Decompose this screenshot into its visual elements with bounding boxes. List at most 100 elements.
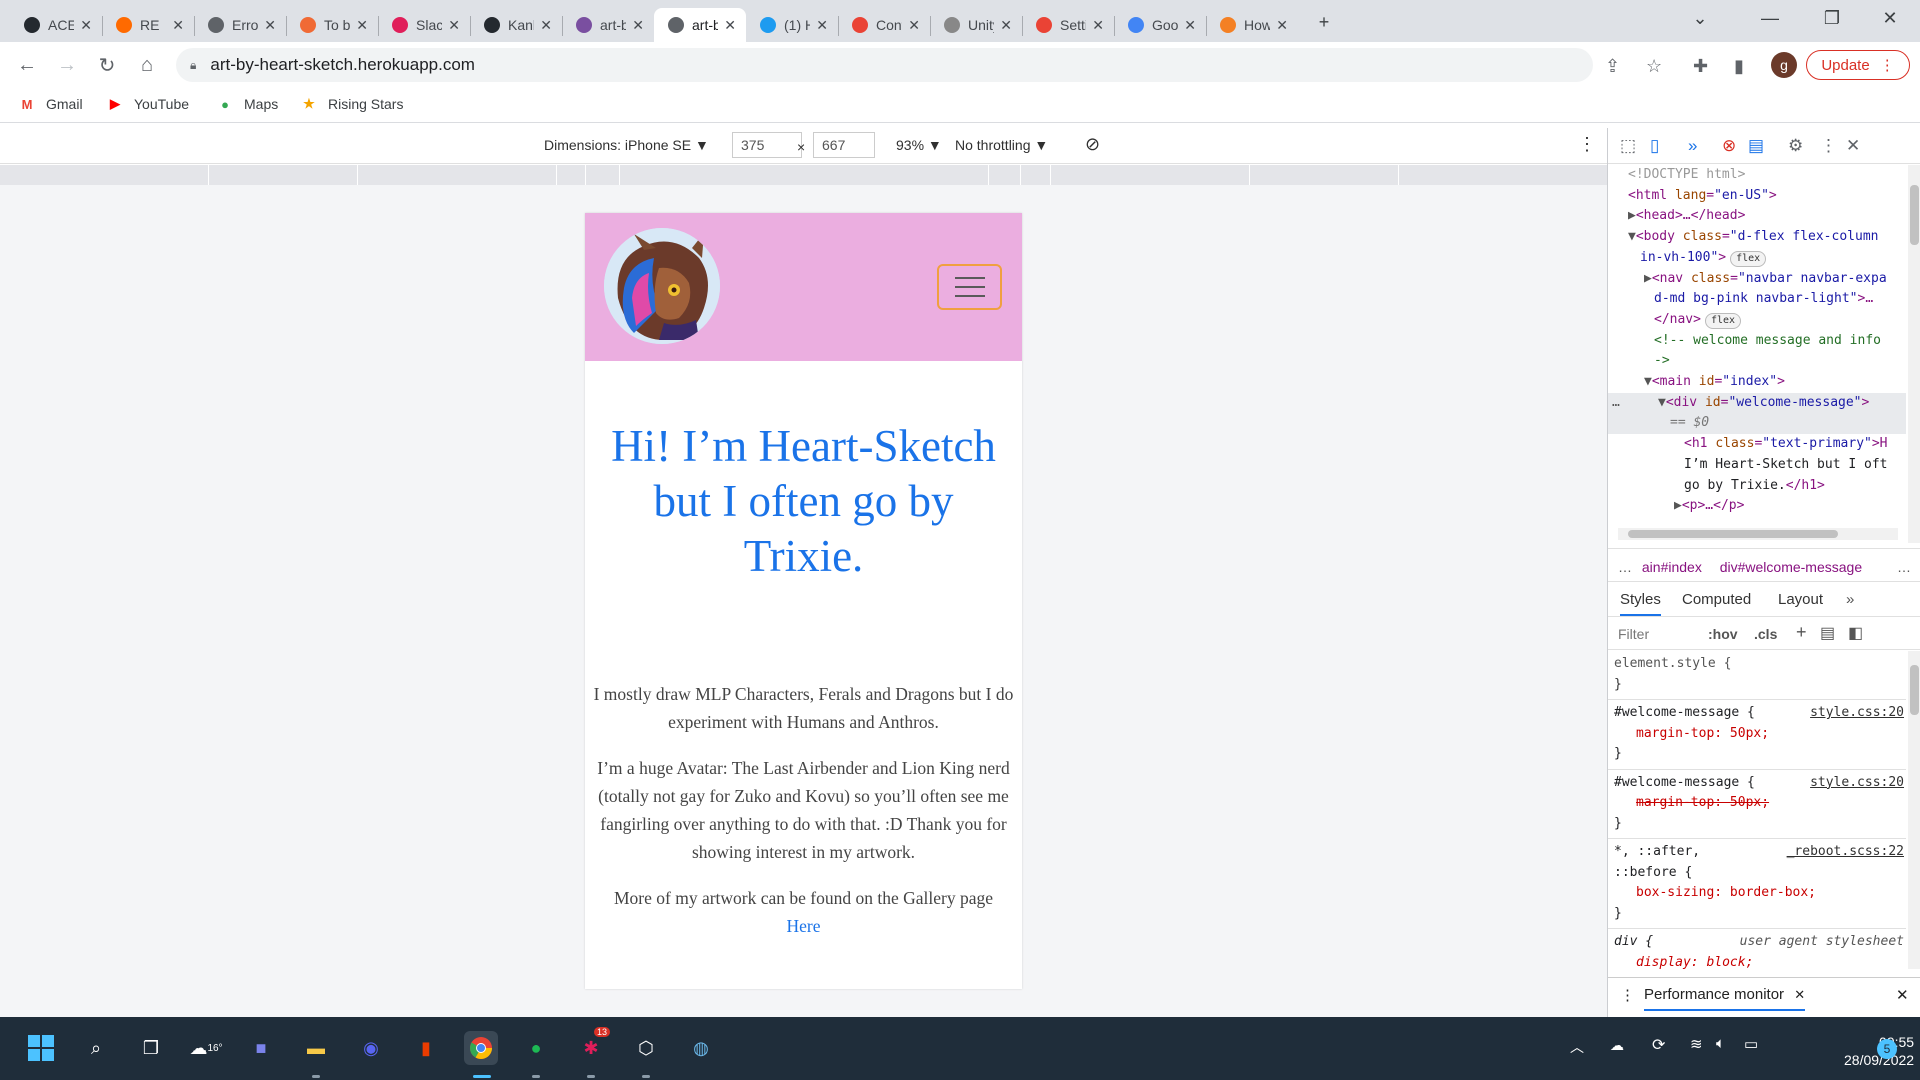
- tab-close-icon[interactable]: ✕: [540, 17, 552, 34]
- height-input[interactable]: 667: [813, 132, 875, 158]
- file-explorer-icon[interactable]: ▬: [299, 1031, 333, 1065]
- search-icon[interactable]: ⌕: [79, 1031, 113, 1065]
- browser-tab[interactable]: (1) H ✕: [746, 8, 838, 42]
- reload-icon[interactable]: ↻: [92, 50, 122, 80]
- update-button[interactable]: Update ⋮: [1806, 50, 1910, 80]
- dom-h-scrollbar[interactable]: [1618, 528, 1898, 540]
- close-devtools-icon[interactable]: ✕: [1846, 136, 1860, 156]
- dom-html[interactable]: <html lang="en-US">: [1608, 186, 1906, 207]
- width-input[interactable]: 375: [732, 132, 802, 158]
- slack-icon[interactable]: ✱ 13: [574, 1027, 610, 1065]
- rule-source-link[interactable]: style.css:20: [1810, 703, 1904, 724]
- browser-tab[interactable]: Kanb ✕: [470, 8, 562, 42]
- settings-gear-icon[interactable]: ⚙: [1788, 136, 1803, 156]
- more-options-icon[interactable]: ⋮: [1578, 134, 1596, 155]
- gallery-link[interactable]: Here: [585, 912, 1022, 940]
- home-icon[interactable]: ⌂: [132, 50, 162, 80]
- office-icon[interactable]: ▮: [409, 1031, 443, 1065]
- error-icon[interactable]: ⊗: [1722, 136, 1736, 156]
- browser-tab[interactable]: Settin ✕: [1022, 8, 1114, 42]
- paint-icon[interactable]: ▤: [1820, 623, 1835, 643]
- dom-comment[interactable]: <!-- welcome message and info: [1608, 331, 1906, 352]
- menu-toggle-button[interactable]: [937, 264, 1002, 310]
- tab-close-icon[interactable]: ✕: [1184, 17, 1196, 34]
- back-icon[interactable]: ←: [12, 50, 42, 80]
- close-tab-icon[interactable]: ✕: [1794, 987, 1805, 1002]
- zoom-select[interactable]: 93% ▼: [896, 137, 942, 153]
- browser-tab[interactable]: Error ✕: [194, 8, 286, 42]
- unity-icon[interactable]: ⬡: [629, 1031, 663, 1065]
- rule-source-link[interactable]: _reboot.scss:22: [1787, 842, 1904, 863]
- dom-welcome-div[interactable]: … ▼<div id="welcome-message">: [1608, 392, 1906, 414]
- browser-tab[interactable]: To be ✕: [286, 8, 378, 42]
- task-view-icon[interactable]: ❐: [134, 1031, 168, 1065]
- dom-nav[interactable]: ▶<nav class="navbar navbar-expa: [1608, 269, 1906, 290]
- tab-performance-monitor[interactable]: Performance monitor ✕: [1644, 986, 1806, 1011]
- rule-element-style[interactable]: element.style { }: [1608, 651, 1906, 700]
- teams-icon[interactable]: ■: [244, 1031, 278, 1065]
- tab-close-icon[interactable]: ✕: [632, 17, 644, 34]
- tab-layout[interactable]: Layout: [1778, 591, 1823, 608]
- dom-scrollbar[interactable]: [1908, 165, 1920, 543]
- device-mode-icon[interactable]: ▯: [1650, 136, 1659, 156]
- drawer-menu-icon[interactable]: ⋮: [1620, 986, 1635, 1004]
- bookmark-star-icon[interactable]: ☆: [1646, 56, 1662, 77]
- dom-head[interactable]: ▶<head>…</head>: [1608, 206, 1906, 227]
- browser-tab[interactable]: Slack ✕: [378, 8, 470, 42]
- tab-close-icon[interactable]: ✕: [356, 17, 368, 34]
- browser-tab[interactable]: art-b ✕: [654, 8, 746, 42]
- browser-tab[interactable]: How ✕: [1206, 8, 1298, 42]
- tab-styles[interactable]: Styles: [1620, 591, 1661, 616]
- weather-icon[interactable]: ☁ 16°: [189, 1031, 223, 1065]
- breadcrumb-main[interactable]: ain#index: [1642, 559, 1702, 575]
- rule-source-link[interactable]: style.css:20: [1810, 773, 1904, 794]
- browser-tab[interactable]: ACEC ✕: [10, 8, 102, 42]
- tab-close-icon[interactable]: ✕: [1000, 17, 1012, 34]
- dom-doctype[interactable]: <!DOCTYPE html>: [1608, 165, 1906, 186]
- bookmark-maps[interactable]: ● Maps: [216, 95, 278, 113]
- issues-icon[interactable]: ▤: [1748, 136, 1764, 156]
- start-icon[interactable]: [24, 1031, 58, 1065]
- forward-icon[interactable]: →: [52, 50, 82, 80]
- tab-close-icon[interactable]: ✕: [80, 17, 92, 34]
- browser-tab[interactable]: Unity ✕: [930, 8, 1022, 42]
- app-globe-icon[interactable]: ◍: [684, 1031, 718, 1065]
- extensions-icon[interactable]: ✚: [1693, 56, 1708, 77]
- notification-badge[interactable]: 5: [1877, 1039, 1897, 1059]
- dimensions-select[interactable]: Dimensions: iPhone SE ▼: [544, 137, 709, 153]
- tab-close-icon[interactable]: ✕: [908, 17, 920, 34]
- browser-tab[interactable]: Goo ✕: [1114, 8, 1206, 42]
- dom-h1[interactable]: <h1 class="text-primary">H: [1608, 434, 1906, 455]
- rotate-icon[interactable]: ⊘: [1085, 134, 1100, 155]
- tab-close-icon[interactable]: ✕: [724, 17, 736, 34]
- toggle-sidebar-icon[interactable]: ◧: [1848, 623, 1863, 643]
- dom-main[interactable]: ▼<main id="index">: [1608, 372, 1906, 393]
- hov-toggle[interactable]: :hov: [1708, 626, 1738, 642]
- dom-body[interactable]: ▼<body class="d-flex flex-column: [1608, 227, 1906, 248]
- side-panel-icon[interactable]: ▮: [1734, 56, 1744, 77]
- tab-close-icon[interactable]: ✕: [1092, 17, 1104, 34]
- minimize-icon[interactable]: —: [1750, 4, 1790, 32]
- battery-icon[interactable]: ▭: [1744, 1035, 1758, 1053]
- rule-universal[interactable]: *, ::after, _reboot.scss:22 ::before { b…: [1608, 839, 1906, 929]
- site-logo-avatar[interactable]: [604, 228, 720, 344]
- browser-tab[interactable]: Conf ✕: [838, 8, 930, 42]
- chrome-icon[interactable]: [464, 1031, 498, 1065]
- rule-div-ua[interactable]: div { user agent stylesheet display: blo…: [1608, 929, 1906, 969]
- browser-tab[interactable]: art-b ✕: [562, 8, 654, 42]
- new-tab-button[interactable]: +: [1304, 8, 1344, 36]
- tab-close-icon[interactable]: ✕: [448, 17, 460, 34]
- sync-icon[interactable]: ⟳: [1652, 1035, 1665, 1055]
- styles-scrollbar[interactable]: [1908, 651, 1920, 969]
- throttling-select[interactable]: No throttling ▼: [955, 137, 1048, 153]
- tab-close-icon[interactable]: ✕: [1276, 17, 1288, 34]
- more-tabs-icon[interactable]: »: [1688, 136, 1697, 156]
- devtools-menu-icon[interactable]: ⋮: [1820, 136, 1837, 156]
- bookmark-youtube[interactable]: ▶ YouTube: [106, 95, 189, 113]
- cls-toggle[interactable]: .cls: [1754, 626, 1777, 642]
- more-style-tabs-icon[interactable]: »: [1846, 591, 1854, 608]
- tab-computed[interactable]: Computed: [1682, 591, 1751, 608]
- profile-avatar[interactable]: g: [1771, 52, 1797, 78]
- dom-p[interactable]: ▶<p>…</p>: [1608, 496, 1906, 517]
- discord-icon[interactable]: ◉: [354, 1031, 388, 1065]
